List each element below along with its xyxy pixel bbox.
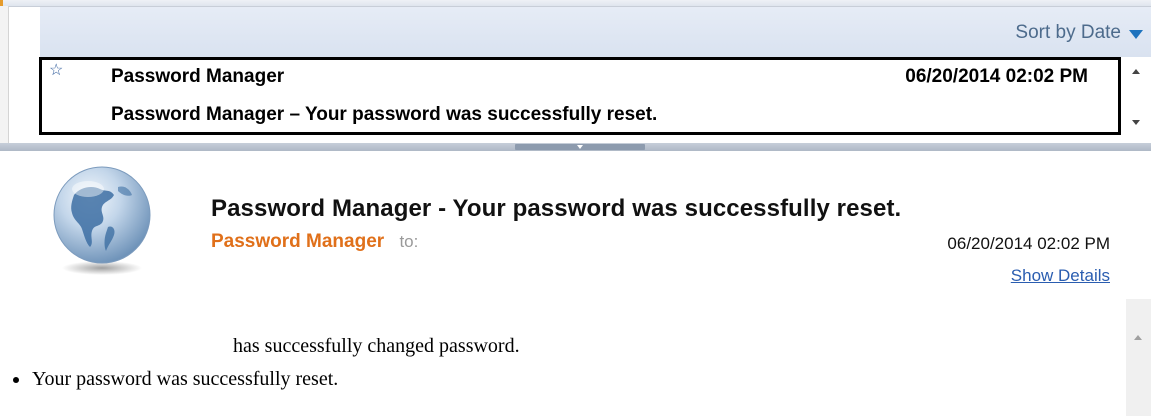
- message-date: 06/20/2014 02:02 PM: [947, 234, 1110, 253]
- to-label: to:: [399, 232, 419, 251]
- top-strip: [0, 0, 1151, 7]
- sort-by-date-button[interactable]: Sort by Date: [1015, 22, 1143, 44]
- splitter-grip[interactable]: [515, 144, 645, 150]
- list-item-subject: Password Manager – Your password was suc…: [111, 104, 658, 125]
- sort-label: Sort by Date: [1015, 22, 1121, 43]
- scroll-up-icon[interactable]: [1132, 69, 1140, 74]
- left-rail: [0, 6, 9, 146]
- list-item-date: 06/20/2014 02:02 PM: [905, 66, 1088, 87]
- scroll-up-icon[interactable]: [1134, 335, 1142, 340]
- message-bullet-item: Your password was successfully reset.: [7, 368, 338, 391]
- star-icon[interactable]: ☆: [49, 62, 63, 80]
- list-item-sender: Password Manager: [111, 66, 285, 87]
- show-details-link[interactable]: Show Details: [1011, 266, 1110, 286]
- bullet-text: Your password was successfully reset.: [32, 368, 339, 390]
- globe-icon: [53, 166, 151, 275]
- pane-splitter[interactable]: [0, 143, 1151, 151]
- message-body-text: has successfully changed password.: [233, 335, 520, 357]
- sort-bar: Sort by Date: [40, 7, 1151, 58]
- bullet-dot: [13, 376, 19, 383]
- list-scrollbar[interactable]: [1121, 57, 1151, 135]
- scroll-down-icon[interactable]: [1132, 120, 1140, 125]
- sender-name[interactable]: Password Manager: [211, 231, 384, 252]
- message-title: Password Manager - Your password was suc…: [211, 195, 902, 222]
- splitter-arrow-icon: [577, 145, 583, 149]
- from-line: Password Manager to:: [211, 231, 418, 253]
- message-list-item[interactable]: ☆ Password Manager 06/20/2014 02:02 PM P…: [39, 57, 1121, 135]
- body-scrollbar[interactable]: [1126, 299, 1151, 416]
- sort-arrow-icon[interactable]: [1129, 29, 1143, 39]
